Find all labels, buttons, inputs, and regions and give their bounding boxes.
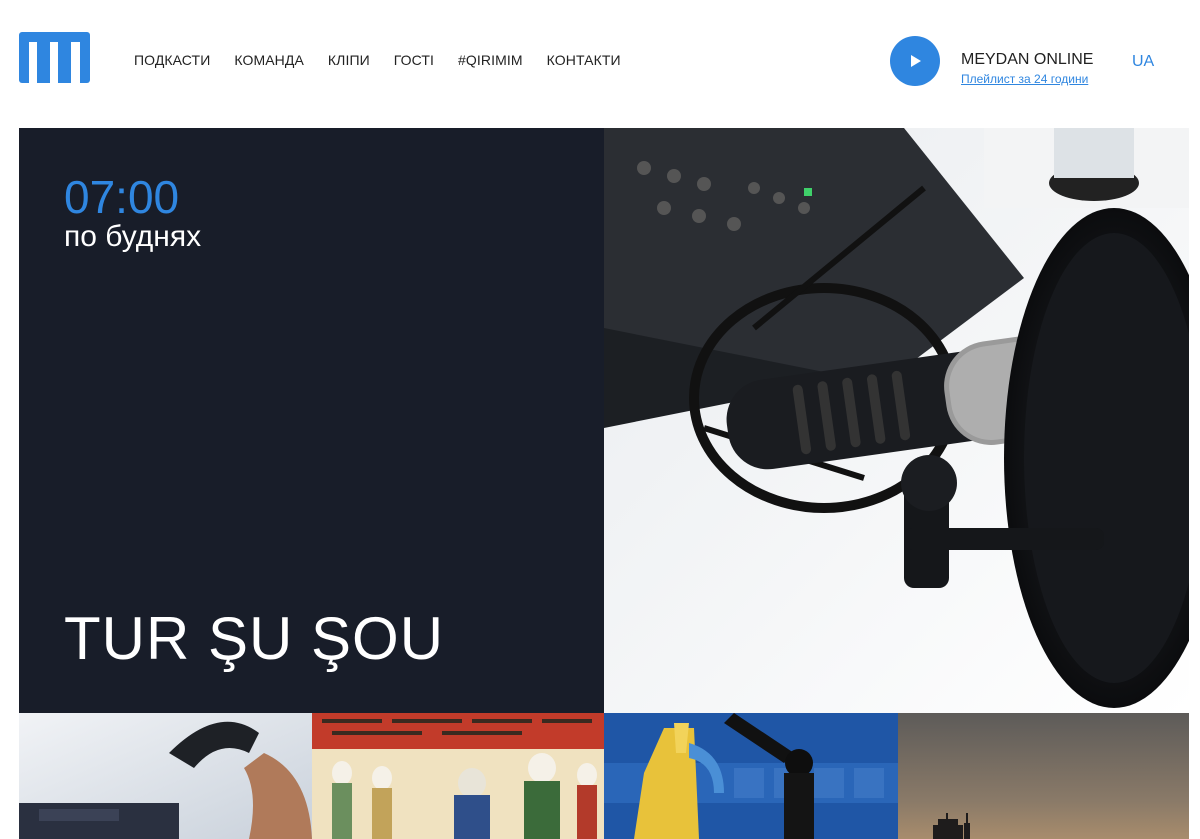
tile-city[interactable]: [898, 713, 1189, 839]
tile-telephone[interactable]: [19, 713, 312, 839]
city-skyline-dusk-photo: [898, 713, 1189, 839]
nav-item-contacts[interactable]: КОНТАКТИ: [547, 51, 621, 69]
nav-item-team[interactable]: КОМАНДА: [234, 51, 304, 69]
player-title: MEYDAN ONLINE: [961, 51, 1094, 68]
telephone-handset-photo: [19, 713, 312, 839]
show-schedule: по буднях: [64, 220, 202, 253]
studio-microphone-photo: [604, 128, 1189, 713]
radio-player: MEYDAN ONLINE Плейлист за 24 години: [890, 36, 1150, 88]
microphone-with-ribbon-photo: [604, 713, 898, 839]
play-button[interactable]: [890, 36, 940, 86]
meydan-logo-icon[interactable]: [19, 32, 90, 83]
show-time: 07:00: [64, 171, 180, 223]
tile-history[interactable]: [312, 713, 604, 839]
nav-item-podcasts[interactable]: ПОДКАСТИ: [134, 51, 210, 69]
nav-item-qirimim[interactable]: #QIRIMIM: [458, 51, 523, 69]
main-nav: ПОДКАСТИ КОМАНДА КЛІПИ ГОСТІ #QIRIMIM КО…: [134, 51, 645, 69]
tile-studio[interactable]: [604, 713, 898, 839]
play-icon: [911, 55, 921, 67]
ottoman-miniature-painting: [312, 713, 604, 839]
show-title: TUR ŞU ŞOU: [64, 605, 445, 672]
playlist-link[interactable]: Плейлист за 24 години: [961, 72, 1088, 86]
site-header: ПОДКАСТИ КОМАНДА КЛІПИ ГОСТІ #QIRIMIM КО…: [0, 0, 1200, 128]
nav-item-clips[interactable]: КЛІПИ: [328, 51, 370, 69]
language-switch[interactable]: UA: [1132, 53, 1154, 71]
nav-item-guests[interactable]: ГОСТІ: [394, 51, 434, 69]
show-info-panel[interactable]: 07:00 по буднях TUR ŞU ŞOU: [19, 128, 604, 713]
